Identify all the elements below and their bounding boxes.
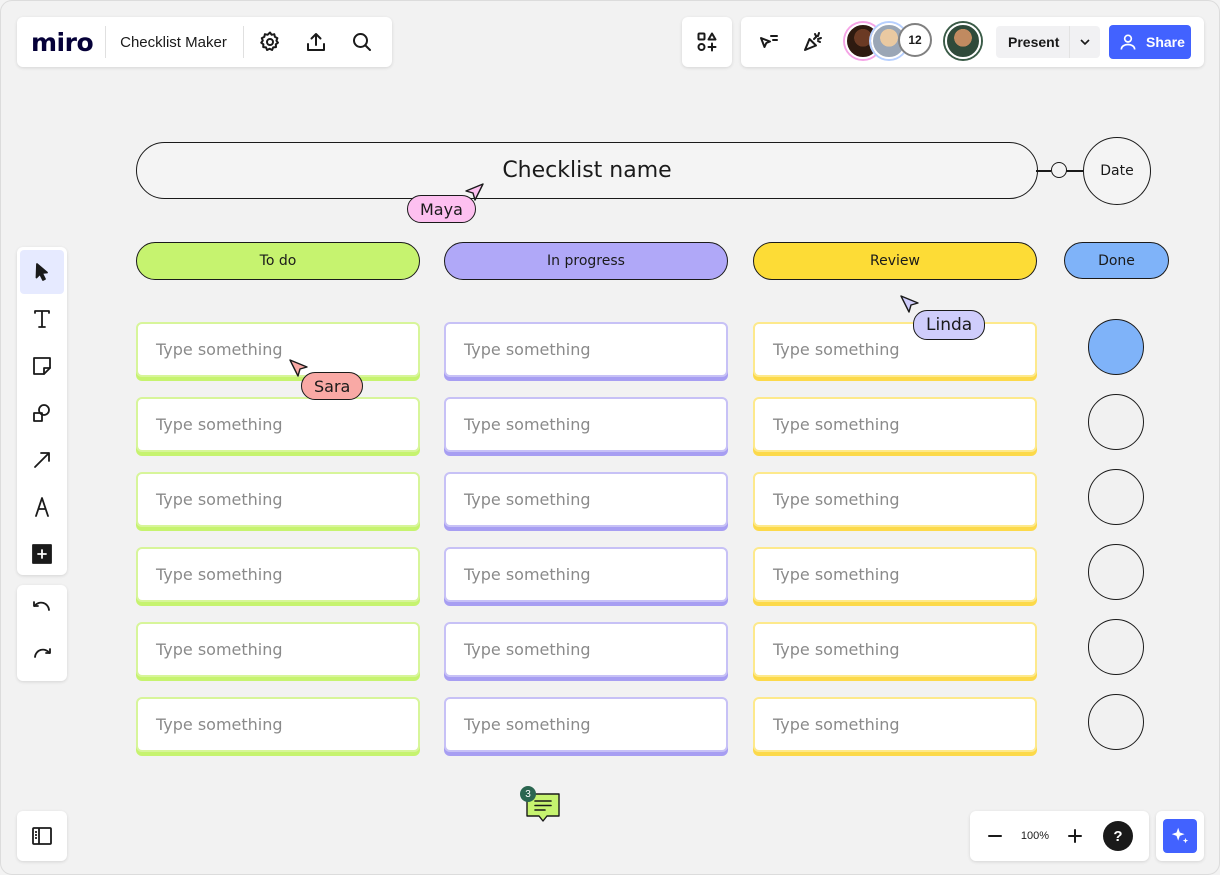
history-palette: [17, 585, 67, 681]
text-icon: [34, 310, 50, 328]
cursor-label-maya: Maya: [407, 195, 476, 223]
pen-icon: [35, 497, 49, 517]
checklist-card[interactable]: Type something: [444, 547, 728, 602]
arrow-icon: [34, 452, 50, 468]
collaborator-count-badge[interactable]: 12: [898, 23, 932, 57]
checklist-card[interactable]: Type something: [444, 472, 728, 527]
column-header-done[interactable]: Done: [1064, 242, 1169, 279]
checklist-card[interactable]: Type something: [136, 697, 420, 752]
shapes-tool[interactable]: [20, 391, 64, 435]
board-canvas[interactable]: miro Checklist Maker 12 Present Share Ch…: [0, 0, 1220, 875]
redo-button[interactable]: [20, 635, 64, 679]
done-checkbox[interactable]: [1088, 619, 1144, 675]
sparkle-icon: [1171, 827, 1189, 844]
cursor-label-sara: Sara: [301, 372, 364, 400]
sidebar-panel-icon: [32, 827, 52, 845]
title-connector-line: [1066, 170, 1083, 172]
redo-icon: [34, 648, 51, 658]
user-icon: [1120, 34, 1136, 50]
checklist-card[interactable]: Type something: [136, 322, 420, 377]
shapes-icon: [33, 404, 50, 422]
celebrate-party-icon[interactable]: [793, 22, 833, 62]
done-checkbox[interactable]: [1088, 394, 1144, 450]
avatar[interactable]: [945, 23, 981, 59]
comment-count-badge: 3: [520, 786, 536, 802]
checklist-card[interactable]: Type something: [444, 697, 728, 752]
header-panel: miro Checklist Maker: [17, 17, 392, 67]
present-button[interactable]: Present: [996, 34, 1069, 50]
done-checkbox[interactable]: [1088, 544, 1144, 600]
column-header-todo[interactable]: To do: [136, 242, 420, 280]
column-header-in-progress[interactable]: In progress: [444, 242, 728, 280]
done-checkbox[interactable]: [1088, 319, 1144, 375]
zoom-out-button[interactable]: [975, 816, 1015, 856]
upload-icon[interactable]: [296, 22, 336, 62]
board-name[interactable]: Checklist Maker: [120, 34, 227, 51]
cursor-label-linda: Linda: [913, 310, 986, 340]
sticky-note-icon: [33, 357, 51, 375]
help-question-icon: ?: [1113, 827, 1123, 845]
chevron-down-icon: [1080, 39, 1090, 46]
share-label: Share: [1146, 34, 1185, 50]
comment-bubble[interactable]: 3: [520, 786, 564, 828]
share-button[interactable]: Share: [1109, 25, 1191, 59]
undo-icon: [33, 601, 50, 611]
cursor-follow-icon[interactable]: [748, 22, 788, 62]
minus-icon: [988, 835, 1002, 837]
connector-node: [1051, 162, 1067, 178]
help-button[interactable]: ?: [1103, 821, 1133, 851]
checklist-card[interactable]: Type something: [136, 472, 420, 527]
checklist-card[interactable]: Type something: [444, 622, 728, 677]
checklist-card[interactable]: Type something: [136, 622, 420, 677]
checklist-card[interactable]: Type something: [444, 397, 728, 452]
checklist-card[interactable]: Type something: [444, 322, 728, 377]
zoom-panel: 100% ?: [970, 811, 1149, 861]
column-header-review[interactable]: Review: [753, 242, 1037, 280]
zoom-level[interactable]: 100%: [1015, 830, 1055, 842]
checklist-card[interactable]: Type something: [136, 547, 420, 602]
present-dropdown[interactable]: [1069, 26, 1100, 58]
checklist-card[interactable]: Type something: [136, 397, 420, 452]
connector-tool[interactable]: [20, 438, 64, 482]
checklist-card[interactable]: Type something: [753, 472, 1037, 527]
ai-assistant-button[interactable]: [1163, 819, 1197, 853]
header-divider: [242, 26, 244, 58]
collaboration-panel: 12 Present Share: [741, 17, 1204, 67]
tool-palette: [17, 247, 67, 575]
checklist-card[interactable]: Type something: [753, 547, 1037, 602]
done-checkbox[interactable]: [1088, 469, 1144, 525]
ai-assistant-panel: [1156, 811, 1204, 861]
checklist-title[interactable]: Checklist name: [136, 142, 1038, 199]
present-button-group: Present: [996, 26, 1100, 58]
zoom-in-button[interactable]: [1055, 816, 1095, 856]
more-apps-tool[interactable]: [20, 532, 64, 576]
frames-panel-toggle[interactable]: [17, 811, 67, 861]
done-checkbox[interactable]: [1088, 694, 1144, 750]
checklist-card[interactable]: Type something: [753, 622, 1037, 677]
apps-panel: [682, 17, 732, 67]
sticky-note-tool[interactable]: [20, 344, 64, 388]
pen-tool[interactable]: [20, 485, 64, 529]
undo-button[interactable]: [20, 588, 64, 632]
select-tool[interactable]: [20, 250, 64, 294]
apps-shapes-icon[interactable]: [682, 17, 732, 67]
settings-gear-icon[interactable]: [250, 22, 290, 62]
text-tool[interactable]: [20, 297, 64, 341]
plus-square-icon: [32, 544, 52, 564]
pointer-icon: [35, 263, 48, 281]
plus-icon: [1068, 829, 1082, 843]
checklist-card[interactable]: Type something: [753, 397, 1037, 452]
date-field[interactable]: Date: [1083, 137, 1151, 205]
checklist-card[interactable]: Type something: [753, 697, 1037, 752]
header-divider: [105, 26, 107, 58]
checklist-card[interactable]: Type something: [753, 322, 1037, 377]
search-icon[interactable]: [342, 22, 382, 62]
title-connector-line: [1036, 170, 1051, 172]
miro-logo[interactable]: miro: [31, 28, 94, 57]
